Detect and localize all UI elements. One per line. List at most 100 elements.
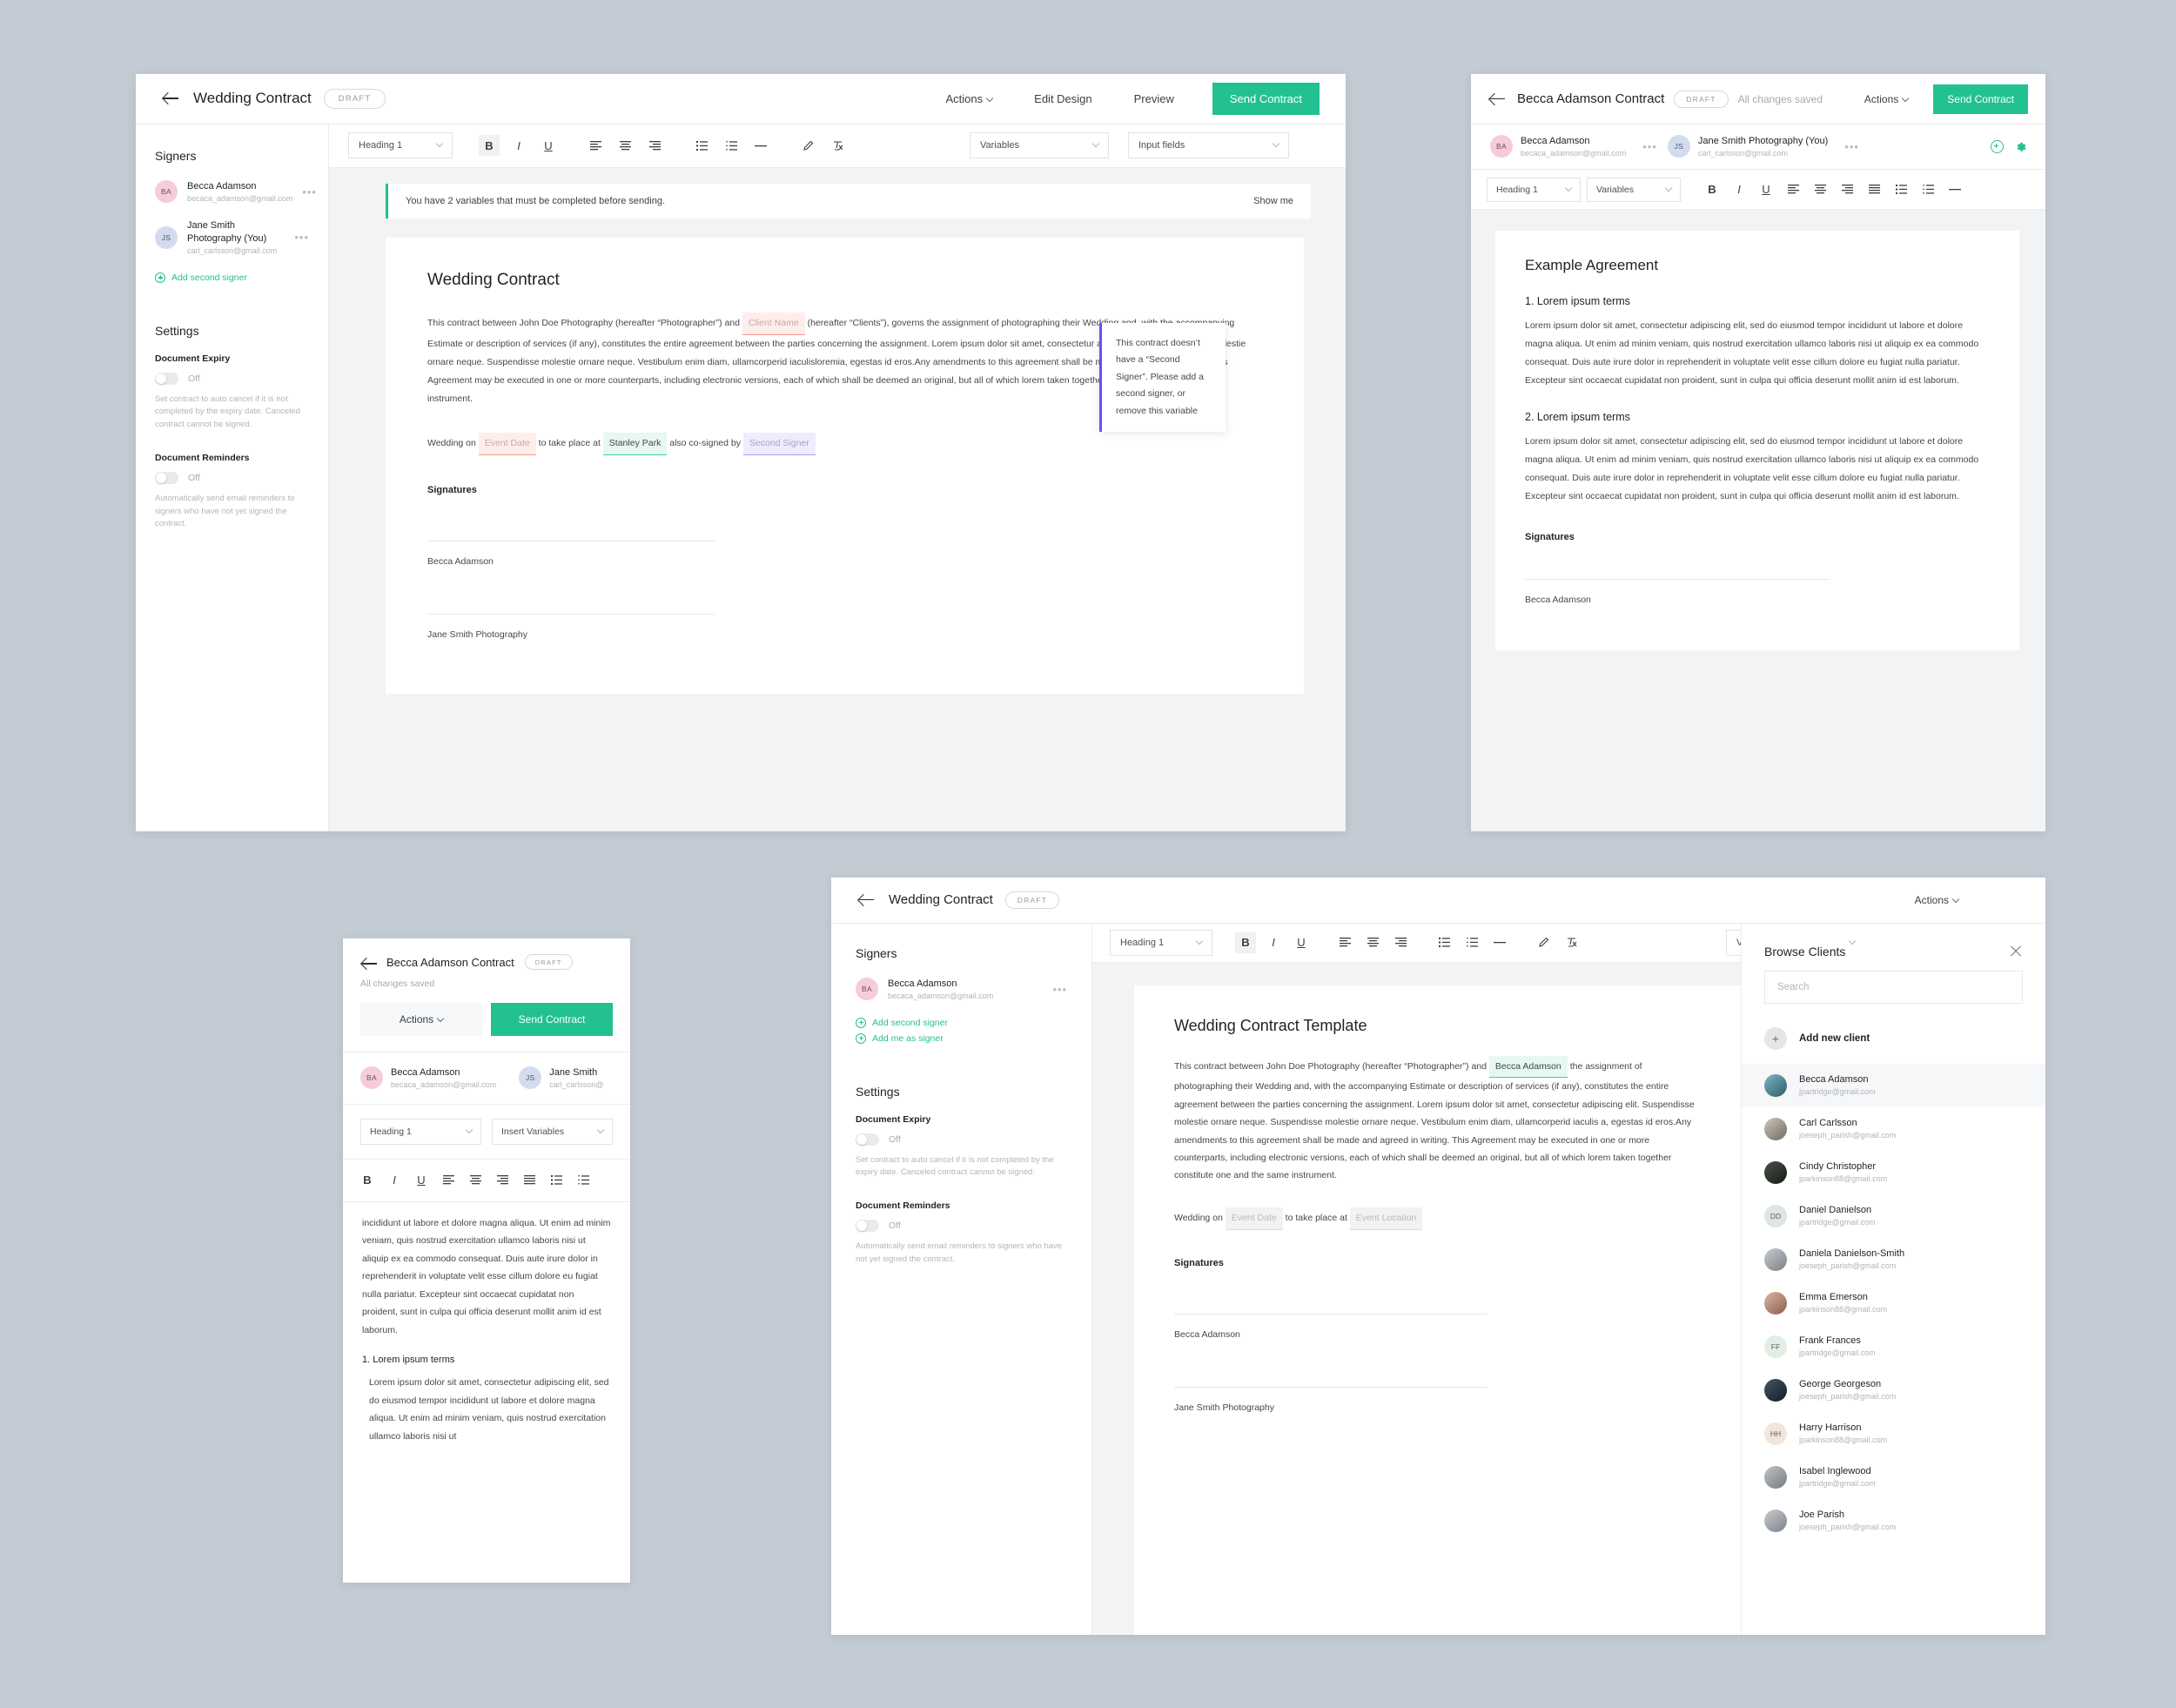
signer-more-icon[interactable]: ••• xyxy=(1642,140,1657,153)
show-me-link[interactable]: Show me xyxy=(1253,196,1293,206)
signer-list-item[interactable]: JS Jane Smith Photography (You) carl_car… xyxy=(1667,135,1859,158)
align-right-icon[interactable] xyxy=(492,1170,513,1191)
clear-format-icon[interactable] xyxy=(1561,932,1582,953)
numbered-list-icon[interactable] xyxy=(1917,179,1938,200)
align-right-icon[interactable] xyxy=(644,135,665,156)
add-me-as-signer-button[interactable]: Add me as signer xyxy=(856,1032,944,1044)
client-list-item[interactable]: Daniela Danielson-Smith joeseph_parish@gm… xyxy=(1742,1238,2045,1281)
heading-select[interactable]: Heading 1 xyxy=(348,132,453,159)
preview-button[interactable]: Preview xyxy=(1134,92,1174,105)
variables-select[interactable]: Variables xyxy=(1587,177,1681,202)
bullet-list-icon[interactable] xyxy=(691,135,712,156)
back-icon[interactable] xyxy=(360,954,377,970)
align-left-icon[interactable] xyxy=(585,135,606,156)
contract-sheet[interactable]: Wedding Contract This contract between J… xyxy=(386,237,1304,694)
heading-select[interactable]: Heading 1 xyxy=(360,1118,481,1145)
clear-format-icon[interactable] xyxy=(827,135,848,156)
numbered-list-icon[interactable] xyxy=(721,135,742,156)
variable-client-name[interactable]: Client Name xyxy=(742,312,805,335)
bold-icon[interactable]: B xyxy=(1702,179,1723,200)
variable-client-name[interactable]: Becca Adamson xyxy=(1488,1055,1568,1079)
highlighter-icon[interactable] xyxy=(1533,932,1554,953)
add-new-client-button[interactable]: + Add new client xyxy=(1742,1019,2045,1064)
italic-icon[interactable]: I xyxy=(1729,179,1750,200)
heading-select[interactable]: Heading 1 xyxy=(1487,177,1581,202)
signer-list-item[interactable]: BA Becca Adamson becaca_adamson@gmail.co… xyxy=(1490,135,1657,158)
numbered-list-icon[interactable] xyxy=(573,1170,594,1191)
align-center-icon[interactable] xyxy=(465,1170,486,1191)
horizontal-rule-icon[interactable] xyxy=(1489,932,1510,953)
signer-more-icon[interactable]: ••• xyxy=(1844,140,1859,153)
signer-list-item[interactable]: BA Becca Adamson becaca_adamson@gmail.co… xyxy=(856,978,1067,1001)
client-list-item[interactable]: Emma Emerson jparkinson88@gmail.com xyxy=(1742,1281,2045,1325)
signer-list-item[interactable]: BA Becca Adamson becaca_adamson@gmail.co… xyxy=(360,1066,496,1090)
contract-sheet[interactable]: Example Agreement 1. Lorem ipsum terms L… xyxy=(1495,231,2019,650)
variable-event-location[interactable]: Event Location xyxy=(1349,1207,1423,1230)
horizontal-rule-icon[interactable] xyxy=(750,135,771,156)
back-icon[interactable] xyxy=(857,891,876,910)
bold-icon[interactable]: B xyxy=(1235,931,1256,953)
actions-menu[interactable]: Actions xyxy=(360,1003,482,1036)
document-reminders-toggle[interactable] xyxy=(155,471,178,484)
bullet-list-icon[interactable] xyxy=(546,1170,567,1191)
add-second-signer-button[interactable]: Add second signer xyxy=(155,272,247,283)
add-signer-icon[interactable] xyxy=(1991,140,2004,153)
align-left-icon[interactable] xyxy=(1783,179,1803,200)
variable-event-location[interactable]: Stanley Park xyxy=(602,432,668,455)
signer-list-item[interactable]: BA Becca Adamson becaca_adamson@gmail.co… xyxy=(155,180,316,204)
variable-second-signer[interactable]: Second Signer xyxy=(742,432,816,455)
align-left-icon[interactable] xyxy=(1334,932,1355,953)
close-icon[interactable] xyxy=(2009,945,2023,958)
italic-icon[interactable]: I xyxy=(384,1170,405,1191)
bullet-list-icon[interactable] xyxy=(1891,179,1911,200)
client-list-item[interactable]: Isabel Inglewood jpartridge@gmail.com xyxy=(1742,1456,2045,1499)
client-list-item[interactable]: Cindy Christopher jparkinson88@gmail.com xyxy=(1742,1151,2045,1194)
numbered-list-icon[interactable] xyxy=(1461,932,1482,953)
input-fields-select[interactable]: Input fields xyxy=(1128,132,1289,159)
align-center-icon[interactable] xyxy=(615,135,635,156)
bold-icon[interactable]: B xyxy=(479,135,500,157)
client-list-item[interactable]: HH Harry Harrison jparkinson88@gmail.com xyxy=(1742,1412,2045,1456)
highlighter-icon[interactable] xyxy=(797,135,818,156)
back-icon[interactable] xyxy=(162,89,181,108)
signer-more-icon[interactable]: ••• xyxy=(1052,983,1067,996)
document-expiry-toggle[interactable] xyxy=(155,372,178,385)
send-contract-button[interactable]: Send Contract xyxy=(1212,82,1320,115)
bullet-list-icon[interactable] xyxy=(1434,932,1454,953)
signer-more-icon[interactable]: ••• xyxy=(294,231,309,244)
align-left-icon[interactable] xyxy=(438,1170,459,1191)
underline-icon[interactable]: U xyxy=(538,135,559,156)
gear-icon[interactable] xyxy=(2014,141,2026,153)
align-right-icon[interactable] xyxy=(1837,179,1857,200)
variable-event-date[interactable]: Event Date xyxy=(1225,1207,1283,1230)
search-input[interactable]: Search xyxy=(1764,970,2023,1004)
variable-event-date[interactable]: Event Date xyxy=(478,432,536,455)
signer-list-item[interactable]: JS Jane Smith Photography (You) carl_car… xyxy=(155,219,309,256)
align-center-icon[interactable] xyxy=(1362,932,1383,953)
italic-icon[interactable]: I xyxy=(1263,932,1284,953)
client-list-item[interactable]: George Georgeson joeseph_parish@gmail.com xyxy=(1742,1368,2045,1412)
italic-icon[interactable]: I xyxy=(508,135,529,156)
send-contract-button[interactable]: Send Contract xyxy=(491,1003,613,1036)
signer-list-item[interactable]: JS Jane Smith carl_carlsson@ xyxy=(519,1066,603,1090)
heading-select[interactable]: Heading 1 xyxy=(1110,929,1212,956)
document-reminders-toggle[interactable] xyxy=(856,1220,879,1233)
edit-design-button[interactable]: Edit Design xyxy=(1034,92,1091,105)
back-icon[interactable] xyxy=(1488,90,1508,109)
align-right-icon[interactable] xyxy=(1390,932,1411,953)
client-list-item[interactable]: DD Daniel Danielson jpartridge@gmail.com xyxy=(1742,1194,2045,1238)
align-center-icon[interactable] xyxy=(1810,179,1830,200)
add-second-signer-button[interactable]: Add second signer xyxy=(856,1017,948,1028)
insert-variables-select[interactable]: Insert Variables xyxy=(492,1118,613,1145)
mobile-document-body[interactable]: incididunt ut labore et dolore magna ali… xyxy=(343,1202,630,1457)
underline-icon[interactable]: U xyxy=(411,1170,432,1191)
actions-menu[interactable]: Actions xyxy=(1915,894,1960,906)
actions-menu[interactable]: Actions xyxy=(946,92,994,105)
client-list-item[interactable]: FF Frank Frances jpartridge@gmail.com xyxy=(1742,1325,2045,1368)
client-list-item[interactable]: Carl Carlsson joeseph_parish@gmail.com xyxy=(1742,1107,2045,1151)
variables-select[interactable]: Variables xyxy=(970,132,1109,159)
align-justify-icon[interactable] xyxy=(1864,179,1884,200)
client-list-item[interactable]: Becca Adamson jpartridge@gmail.com xyxy=(1742,1063,2045,1107)
underline-icon[interactable]: U xyxy=(1291,932,1312,953)
underline-icon[interactable]: U xyxy=(1756,179,1776,200)
